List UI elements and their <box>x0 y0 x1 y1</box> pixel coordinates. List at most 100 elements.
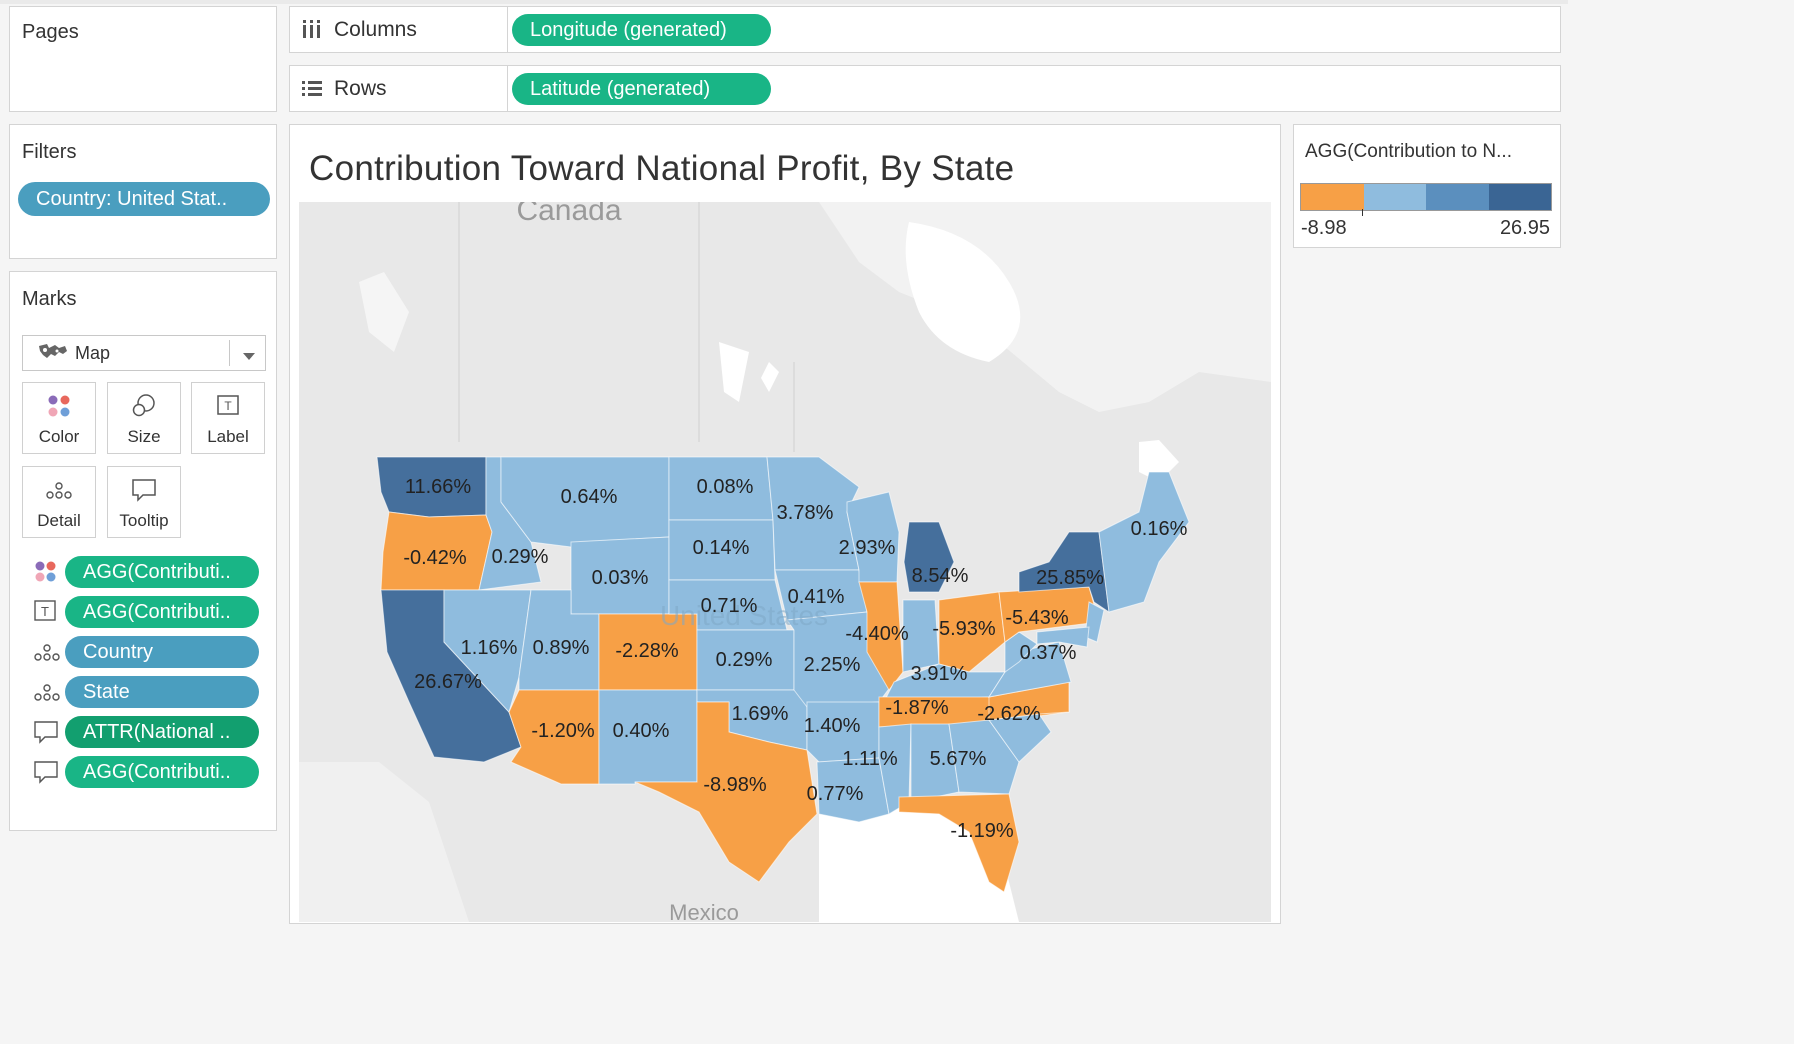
map-icon <box>37 342 69 369</box>
speech-bubble-icon <box>108 477 180 503</box>
columns-label: Columns <box>334 18 417 41</box>
mark-type-label: Map <box>75 343 111 363</box>
columns-icon <box>300 17 328 43</box>
state-label: 11.66% <box>405 476 472 498</box>
label-card[interactable]: T Label <box>191 382 265 454</box>
state-label: -4.40% <box>845 623 909 645</box>
rows-label: Rows <box>334 77 387 100</box>
state-label: 0.41% <box>788 586 845 608</box>
color-dots-icon <box>23 393 95 419</box>
detail-card-label: Detail <box>37 511 81 530</box>
legend-swatch <box>1363 184 1426 210</box>
country-filter-pill[interactable]: Country: United Stat.. <box>18 182 270 216</box>
state-label: 3.78% <box>777 502 834 524</box>
state-label: 0.77% <box>807 783 864 805</box>
legend-color-ramp <box>1300 183 1552 211</box>
map-svg[interactable]: Canada United States Mexico 11.66% 0.64%… <box>299 202 1271 922</box>
color-card-label: Color <box>38 427 80 446</box>
state-label: 0.29% <box>716 649 773 671</box>
state-label: 0.37% <box>1020 642 1077 664</box>
state-label: 1.16% <box>461 637 518 659</box>
state-label: 0.14% <box>693 537 750 559</box>
rows-shelf[interactable]: Rows Latitude (generated) <box>289 65 1561 112</box>
longitude-pill[interactable]: Longitude (generated) <box>512 14 771 46</box>
legend-min: -8.98 <box>1301 217 1347 239</box>
dropdown-divider <box>229 340 230 366</box>
state-label: 2.93% <box>839 537 896 559</box>
view-panel: Contribution Toward National Profit, By … <box>289 124 1281 924</box>
rows-icon <box>300 76 328 102</box>
svg-text:T: T <box>41 604 49 619</box>
legend-max: 26.95 <box>1499 217 1550 239</box>
svg-text:T: T <box>224 399 232 413</box>
mexico-map-label: Mexico <box>669 900 739 922</box>
tooltip-field-pill-national[interactable]: ATTR(National .. <box>65 716 259 748</box>
color-card[interactable]: Color <box>22 382 96 454</box>
text-label-icon: T <box>32 598 60 624</box>
size-circles-icon <box>108 393 180 419</box>
state-label: 8.54% <box>912 565 969 587</box>
color-legend[interactable]: AGG(Contribution to N... -8.98 26.95 <box>1293 124 1561 248</box>
color-dots-icon <box>32 558 60 584</box>
marks-card: Marks Map Color Size T Label Detail Tool… <box>9 271 277 831</box>
latitude-pill[interactable]: Latitude (generated) <box>512 73 771 105</box>
state-label: -2.62% <box>977 703 1041 725</box>
tooltip-card-label: Tooltip <box>119 511 169 530</box>
marks-title: Marks <box>22 288 77 310</box>
legend-zero-tick <box>1362 209 1363 216</box>
filters-title: Filters <box>22 141 77 163</box>
top-strip <box>0 0 1568 4</box>
state-label: 0.71% <box>701 595 758 617</box>
legend-swatch <box>1488 184 1551 210</box>
shelf-divider <box>507 7 508 52</box>
state-label: 3.91% <box>911 663 968 685</box>
state-label: -8.98% <box>703 774 767 796</box>
detail-card[interactable]: Detail <box>22 466 96 538</box>
state-label: -1.20% <box>531 720 595 742</box>
state-label: 1.11% <box>842 748 897 770</box>
state-label: 0.03% <box>592 567 649 589</box>
color-field-pill[interactable]: AGG(Contributi.. <box>65 556 259 588</box>
speech-bubble-icon <box>32 759 60 785</box>
columns-shelf[interactable]: Columns Longitude (generated) <box>289 6 1561 53</box>
state-label: -5.43% <box>1005 607 1069 629</box>
state-label: 25.85% <box>1036 567 1104 589</box>
size-card[interactable]: Size <box>107 382 181 454</box>
mark-type-dropdown[interactable]: Map <box>22 335 266 371</box>
legend-title: AGG(Contribution to N... <box>1305 141 1512 162</box>
state-label: 0.40% <box>613 720 670 742</box>
label-field-pill[interactable]: AGG(Contributi.. <box>65 596 259 628</box>
state-label: 2.25% <box>804 654 861 676</box>
speech-bubble-icon <box>32 719 60 745</box>
state-label: 0.29% <box>492 546 549 568</box>
state-label: -1.19% <box>950 820 1014 842</box>
state-label: 0.64% <box>561 486 618 508</box>
filters-shelf[interactable]: Filters Country: United Stat.. <box>9 124 277 259</box>
map-area[interactable]: Canada United States Mexico 11.66% 0.64%… <box>299 202 1271 922</box>
label-card-label: Label <box>207 427 249 446</box>
state-field-pill[interactable]: State <box>65 676 259 708</box>
pages-shelf[interactable]: Pages <box>9 6 277 112</box>
tooltip-field-pill-contribution[interactable]: AGG(Contributi.. <box>65 756 259 788</box>
legend-swatch <box>1301 184 1364 210</box>
state-label: -5.93% <box>932 618 996 640</box>
size-card-label: Size <box>127 427 161 446</box>
tooltip-card[interactable]: Tooltip <box>107 466 181 538</box>
canada-map-label: Canada <box>516 202 621 227</box>
detail-dots-icon <box>32 639 60 665</box>
state-label: 0.89% <box>533 637 590 659</box>
pages-title: Pages <box>22 21 79 43</box>
country-field-pill[interactable]: Country <box>65 636 259 668</box>
text-label-icon: T <box>192 393 264 419</box>
view-title: Contribution Toward National Profit, By … <box>309 149 1015 188</box>
state-label: -0.42% <box>403 547 467 569</box>
detail-dots-icon <box>23 477 95 503</box>
state-label: 26.67% <box>414 671 482 693</box>
state-label: 1.69% <box>732 703 789 725</box>
state-label: 0.16% <box>1131 518 1188 540</box>
detail-dots-icon <box>32 679 60 705</box>
state-label: -2.28% <box>615 640 679 662</box>
chevron-down-icon <box>242 349 256 367</box>
state-label: -1.87% <box>885 697 949 719</box>
shelf-divider <box>507 66 508 111</box>
